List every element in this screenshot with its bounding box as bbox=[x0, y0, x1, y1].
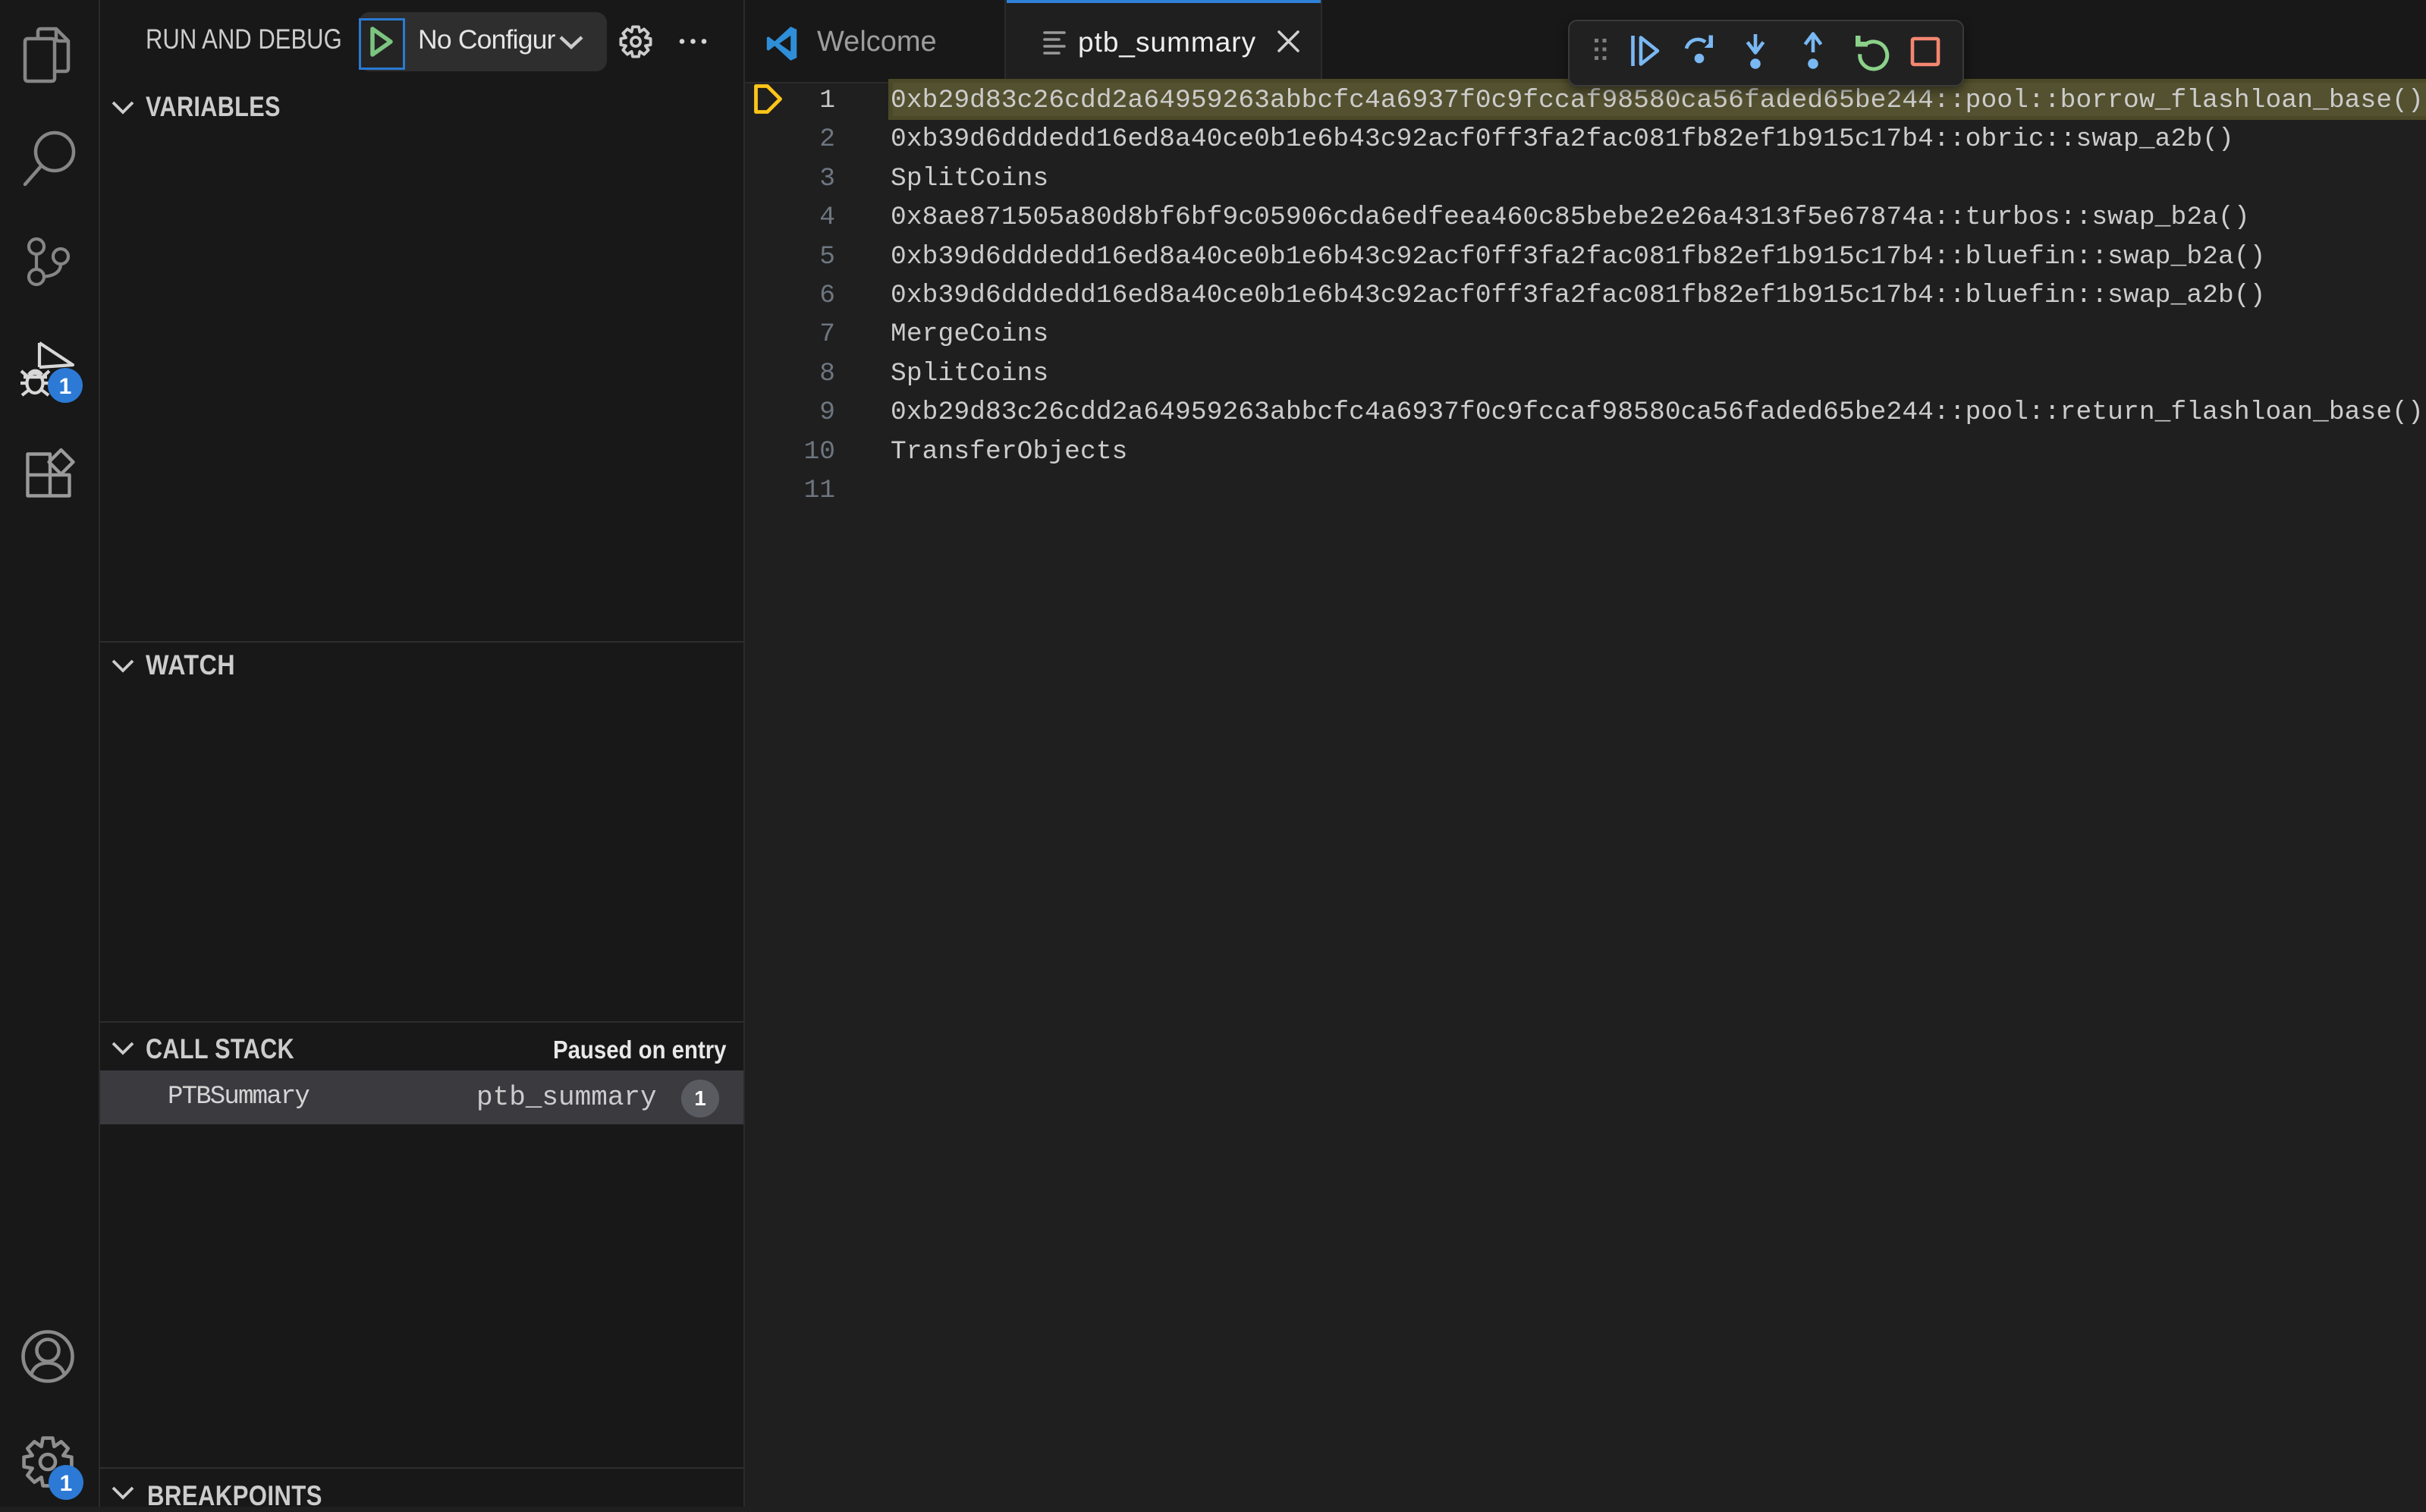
svg-text:1: 1 bbox=[60, 1471, 73, 1496]
svg-text:1: 1 bbox=[59, 374, 72, 399]
